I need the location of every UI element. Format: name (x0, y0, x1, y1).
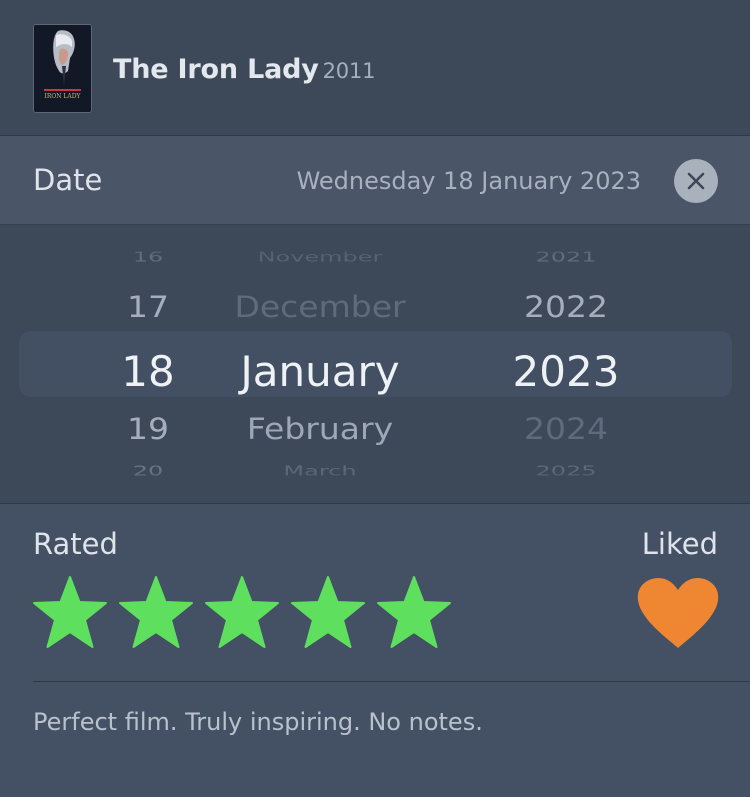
clear-date-button[interactable] (674, 159, 718, 203)
rated-label: Rated (33, 527, 118, 561)
film-poster[interactable]: IRON LADY (33, 24, 92, 113)
star-icon[interactable] (117, 575, 195, 651)
close-icon (687, 172, 705, 190)
picker-month[interactable]: January (240, 347, 399, 396)
picker-day[interactable]: 17 (127, 289, 169, 324)
picker-year[interactable]: 2024 (524, 411, 608, 446)
picker-month[interactable]: December (234, 289, 405, 324)
picker-year[interactable]: 2023 (513, 347, 620, 396)
picker-fade-top (0, 225, 750, 285)
picker-fade-bottom (0, 453, 750, 503)
review-text[interactable]: Perfect film. Truly inspiring. No notes. (33, 708, 483, 736)
like-heart-button[interactable] (636, 578, 720, 650)
date-label: Date (33, 163, 103, 197)
divider (33, 681, 750, 682)
film-header: IRON LADY The Iron Lady 2011 (0, 0, 750, 136)
picker-day[interactable]: 19 (127, 411, 169, 446)
film-year: 2011 (322, 59, 376, 83)
star-icon[interactable] (289, 575, 367, 651)
film-title-line: The Iron Lady 2011 (113, 54, 375, 85)
date-picker[interactable]: 1617181920NovemberDecemberJanuaryFebruar… (0, 225, 750, 504)
star-icon[interactable] (375, 575, 453, 651)
picker-year[interactable]: 2022 (524, 289, 608, 324)
date-value[interactable]: Wednesday 18 January 2023 (297, 167, 641, 195)
liked-label: Liked (641, 527, 718, 561)
star-icon[interactable] (31, 575, 109, 651)
film-title: The Iron Lady (113, 54, 319, 85)
picker-month[interactable]: February (247, 411, 393, 446)
poster-caption: IRON LADY (44, 93, 81, 100)
heart-icon (637, 578, 719, 648)
star-icon[interactable] (203, 575, 281, 651)
picker-day[interactable]: 18 (121, 347, 174, 396)
